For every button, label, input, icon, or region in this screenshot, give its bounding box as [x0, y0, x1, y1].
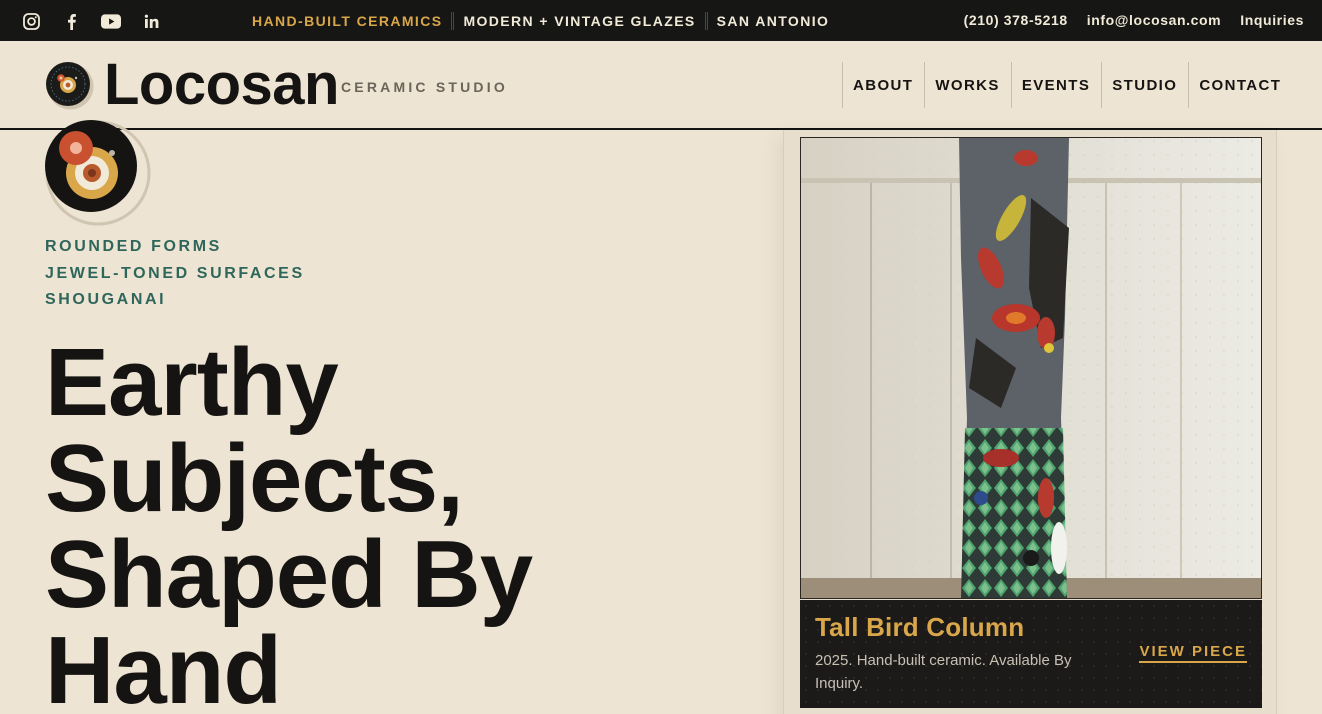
top-utility-bar: HAND-BUILT CERAMICS MODERN + VINTAGE GLA… — [0, 0, 1322, 41]
tag-hand-built: HAND-BUILT CERAMICS — [252, 13, 443, 29]
nav-contact[interactable]: CONTACT — [1188, 62, 1292, 108]
nav-studio[interactable]: STUDIO — [1101, 62, 1188, 108]
tagline-rounded-forms: ROUNDED FORMS — [45, 238, 222, 255]
main-nav: ABOUT WORKS EVENTS STUDIO CONTACT — [842, 62, 1292, 108]
featured-piece-caption: Tall Bird Column 2025. Hand-built cerami… — [800, 600, 1262, 708]
nav-works[interactable]: WORKS — [924, 62, 1011, 108]
brand-name[interactable]: Locosan — [104, 54, 340, 116]
piece-title[interactable]: Tall Bird Column — [815, 612, 1024, 643]
site-header: Locosan CERAMIC STUDIO ABOUT WORKS EVENT… — [0, 41, 1322, 130]
nav-events[interactable]: EVENTS — [1010, 62, 1101, 108]
headline-line: Earthy — [45, 329, 339, 436]
nav-about[interactable]: ABOUT — [842, 62, 924, 108]
tagline-shouganai: SHOUGANAI — [45, 291, 167, 308]
studio-tags: HAND-BUILT CERAMICS MODERN + VINTAGE GLA… — [252, 12, 829, 30]
facebook-icon[interactable] — [61, 11, 81, 31]
piece-description: 2025. Hand-built ceramic. Available By I… — [815, 652, 1072, 692]
email-link[interactable]: info@locosan.com — [1087, 12, 1222, 28]
youtube-icon[interactable] — [101, 11, 121, 31]
tag-location: SAN ANTONIO — [716, 13, 830, 29]
linkedin-icon[interactable] — [141, 11, 161, 31]
featured-piece-card: Tall Bird Column 2025. Hand-built cerami… — [783, 130, 1277, 714]
featured-piece-photo[interactable] — [800, 137, 1262, 599]
phone-link[interactable]: (210) 378-5218 — [964, 12, 1068, 28]
tag-divider — [451, 12, 455, 30]
headline-line: Subjects, — [45, 425, 464, 532]
headline-line: Shaped By — [45, 521, 533, 628]
tagline-jewel-toned: JEWEL-TONED SURFACES — [45, 265, 305, 282]
contact-links: (210) 378-5218 info@locosan.com Inquirie… — [945, 12, 1304, 28]
tag-divider — [704, 12, 708, 30]
hero-headline: Earthy Subjects, Shaped By Hand — [45, 335, 685, 714]
view-piece-link[interactable]: VIEW PIECE — [1139, 643, 1247, 663]
brand-subtitle: CERAMIC STUDIO — [341, 79, 508, 95]
headline-line: Hand — [45, 617, 282, 714]
instagram-icon[interactable] — [21, 11, 41, 31]
tag-glazes: MODERN + VINTAGE GLAZES — [463, 13, 696, 29]
inquiries-link[interactable]: Inquiries — [1240, 12, 1304, 28]
logo-icon[interactable] — [45, 61, 95, 111]
social-links — [21, 11, 181, 31]
hero-emblem-icon — [45, 120, 151, 226]
